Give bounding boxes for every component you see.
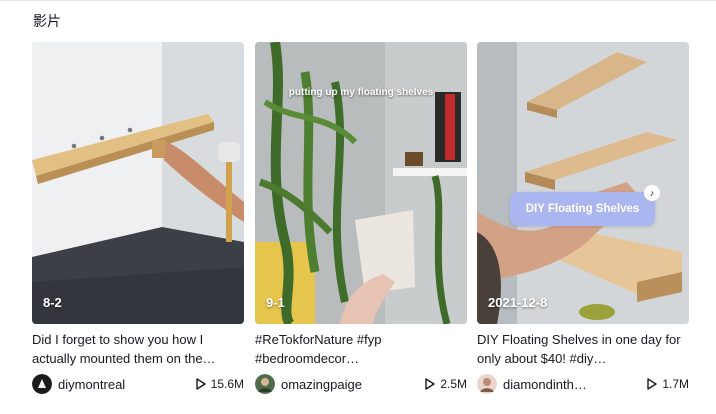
video-date: 8-2	[43, 295, 62, 310]
author-name[interactable]: diymontreal	[58, 377, 178, 392]
video-description[interactable]: #ReTokforNature #fyp #bedroomdecor…	[255, 330, 467, 368]
video-thumbnail[interactable]: 8-2	[32, 42, 244, 324]
video-date: 2021-12-8	[488, 295, 548, 310]
thumbnail-image-shelf-wall	[32, 42, 244, 324]
play-count-value: 1.7M	[662, 377, 689, 391]
play-icon	[425, 378, 436, 390]
author-name[interactable]: omazingpaige	[281, 377, 401, 392]
author-name[interactable]: diamondinth…	[503, 377, 623, 392]
video-grid: 8-2 Did I forget to show you how I actua…	[32, 42, 690, 402]
play-count: 2.5M	[425, 377, 467, 391]
section-title: 影片	[33, 13, 61, 29]
video-card[interactable]: putting up my floating shelves 9-1 #ReTo…	[255, 42, 467, 402]
video-description[interactable]: Did I forget to show you how I actually …	[32, 330, 244, 368]
tiktok-icon: ♪	[644, 185, 660, 201]
play-count-value: 15.6M	[210, 377, 244, 391]
avatar[interactable]	[477, 374, 497, 394]
video-thumbnail[interactable]: putting up my floating shelves 9-1	[255, 42, 467, 324]
avatar[interactable]	[32, 374, 52, 394]
overlay-caption: putting up my floating shelves	[288, 87, 434, 98]
play-count-value: 2.5M	[440, 377, 467, 391]
sticker-text: DIY Floating Shelves	[525, 203, 640, 215]
video-card[interactable]: 8-2 Did I forget to show you how I actua…	[32, 42, 244, 402]
video-meta: omazingpaige 2.5M	[255, 373, 467, 395]
video-meta: diymontreal 15.6M	[32, 373, 244, 395]
video-card[interactable]: DIY Floating Shelves ♪ 2021-12-8 DIY Flo…	[477, 42, 689, 402]
video-description[interactable]: DIY Floating Shelves in one day for only…	[477, 330, 689, 368]
sticker-label: DIY Floating Shelves ♪	[510, 185, 660, 226]
avatar[interactable]	[255, 374, 275, 394]
video-date: 9-1	[266, 295, 285, 310]
play-icon	[195, 378, 206, 390]
play-count: 15.6M	[195, 377, 244, 391]
play-icon	[647, 378, 658, 390]
play-count: 1.7M	[647, 377, 689, 391]
top-divider	[0, 0, 716, 1]
video-meta: diamondinth… 1.7M	[477, 373, 689, 395]
video-thumbnail[interactable]: DIY Floating Shelves ♪ 2021-12-8	[477, 42, 689, 324]
thumbnail-image-plants-shelf	[255, 42, 467, 324]
thumbnail-image-floating-shelves	[477, 42, 689, 324]
